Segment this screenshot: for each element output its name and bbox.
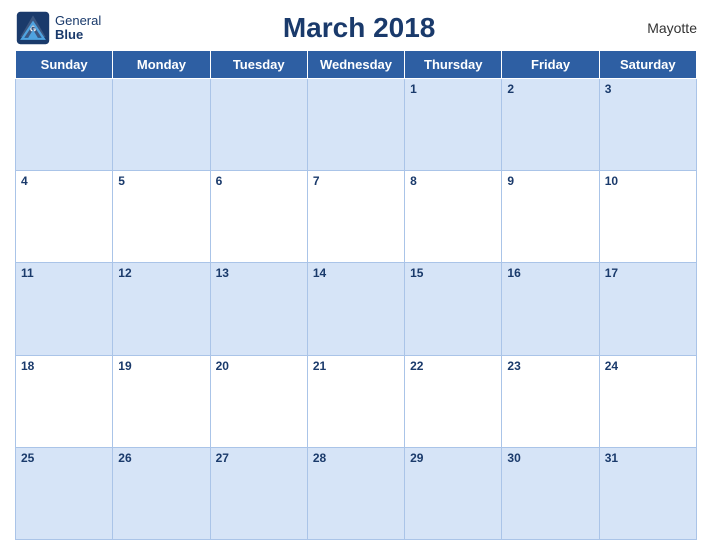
- day-num: 22: [410, 359, 423, 373]
- calendar-cell: 2: [502, 79, 599, 171]
- day-num: 9: [507, 174, 514, 188]
- logo-icon: G: [15, 10, 51, 46]
- day-num: 3: [605, 82, 612, 96]
- day-num: 15: [410, 266, 423, 280]
- day-num: 20: [216, 359, 229, 373]
- calendar-cell: 23: [502, 355, 599, 447]
- col-sunday: Sunday: [16, 51, 113, 79]
- calendar-cell: [16, 79, 113, 171]
- week-row-3: 11 12 13 14 15 16 17: [16, 263, 697, 355]
- col-thursday: Thursday: [405, 51, 502, 79]
- col-tuesday: Tuesday: [210, 51, 307, 79]
- calendar-cell: 16: [502, 263, 599, 355]
- calendar-cell: 14: [307, 263, 404, 355]
- calendar-cell: [307, 79, 404, 171]
- col-friday: Friday: [502, 51, 599, 79]
- calendar-cell: 27: [210, 447, 307, 539]
- day-num: 13: [216, 266, 229, 280]
- calendar-cell: [113, 79, 210, 171]
- col-wednesday: Wednesday: [307, 51, 404, 79]
- logo-text: General Blue: [55, 14, 101, 43]
- calendar-cell: 26: [113, 447, 210, 539]
- calendar-cell: 20: [210, 355, 307, 447]
- calendar-body: 1234567891011121314151617181920212223242…: [16, 79, 697, 540]
- calendar-cell: 31: [599, 447, 696, 539]
- day-num: 6: [216, 174, 223, 188]
- day-num: 26: [118, 451, 131, 465]
- day-num: 23: [507, 359, 520, 373]
- calendar-cell: 7: [307, 171, 404, 263]
- calendar-table: Sunday Monday Tuesday Wednesday Thursday…: [15, 50, 697, 540]
- calendar-cell: 5: [113, 171, 210, 263]
- day-num: 27: [216, 451, 229, 465]
- day-num: 19: [118, 359, 131, 373]
- calendar-cell: 12: [113, 263, 210, 355]
- calendar-cell: 17: [599, 263, 696, 355]
- calendar-cell: 9: [502, 171, 599, 263]
- week-row-1: 1 2 3: [16, 79, 697, 171]
- calendar-cell: [210, 79, 307, 171]
- day-num: 1: [410, 82, 417, 96]
- calendar-cell: 11: [16, 263, 113, 355]
- day-num: 29: [410, 451, 423, 465]
- day-num: 5: [118, 174, 125, 188]
- week-row-5: 25 26 27 28 29 30 31: [16, 447, 697, 539]
- calendar-cell: 8: [405, 171, 502, 263]
- calendar-cell: 21: [307, 355, 404, 447]
- calendar-cell: 24: [599, 355, 696, 447]
- col-saturday: Saturday: [599, 51, 696, 79]
- day-num: 16: [507, 266, 520, 280]
- calendar-cell: 29: [405, 447, 502, 539]
- calendar-cell: 15: [405, 263, 502, 355]
- day-headers-row: Sunday Monday Tuesday Wednesday Thursday…: [16, 51, 697, 79]
- calendar-cell: 30: [502, 447, 599, 539]
- day-num: 11: [21, 266, 34, 280]
- region-label: Mayotte: [617, 20, 697, 36]
- calendar-cell: 22: [405, 355, 502, 447]
- calendar-cell: 6: [210, 171, 307, 263]
- calendar-cell: 25: [16, 447, 113, 539]
- day-num: 12: [118, 266, 131, 280]
- day-num: 30: [507, 451, 520, 465]
- calendar-title: March 2018: [101, 12, 617, 44]
- calendar-cell: 19: [113, 355, 210, 447]
- page-header: G General Blue March 2018 Mayotte: [15, 10, 697, 46]
- calendar-cell: 13: [210, 263, 307, 355]
- week-row-4: 18 19 20 21 22 23 24: [16, 355, 697, 447]
- day-num: 21: [313, 359, 326, 373]
- day-num: 31: [605, 451, 618, 465]
- day-num: 25: [21, 451, 34, 465]
- day-num: 24: [605, 359, 618, 373]
- calendar-cell: 10: [599, 171, 696, 263]
- calendar-cell: 28: [307, 447, 404, 539]
- day-num: 8: [410, 174, 417, 188]
- day-num: 7: [313, 174, 320, 188]
- day-num: 4: [21, 174, 28, 188]
- logo: G General Blue: [15, 10, 101, 46]
- day-num: 28: [313, 451, 326, 465]
- day-num: 14: [313, 266, 326, 280]
- day-num: 17: [605, 266, 618, 280]
- calendar-cell: 1: [405, 79, 502, 171]
- calendar-cell: 3: [599, 79, 696, 171]
- calendar-cell: 4: [16, 171, 113, 263]
- day-num: 18: [21, 359, 34, 373]
- calendar-cell: 18: [16, 355, 113, 447]
- day-num: 2: [507, 82, 514, 96]
- col-monday: Monday: [113, 51, 210, 79]
- week-row-2: 4 5 6 7 8 9 10: [16, 171, 697, 263]
- day-num: 10: [605, 174, 618, 188]
